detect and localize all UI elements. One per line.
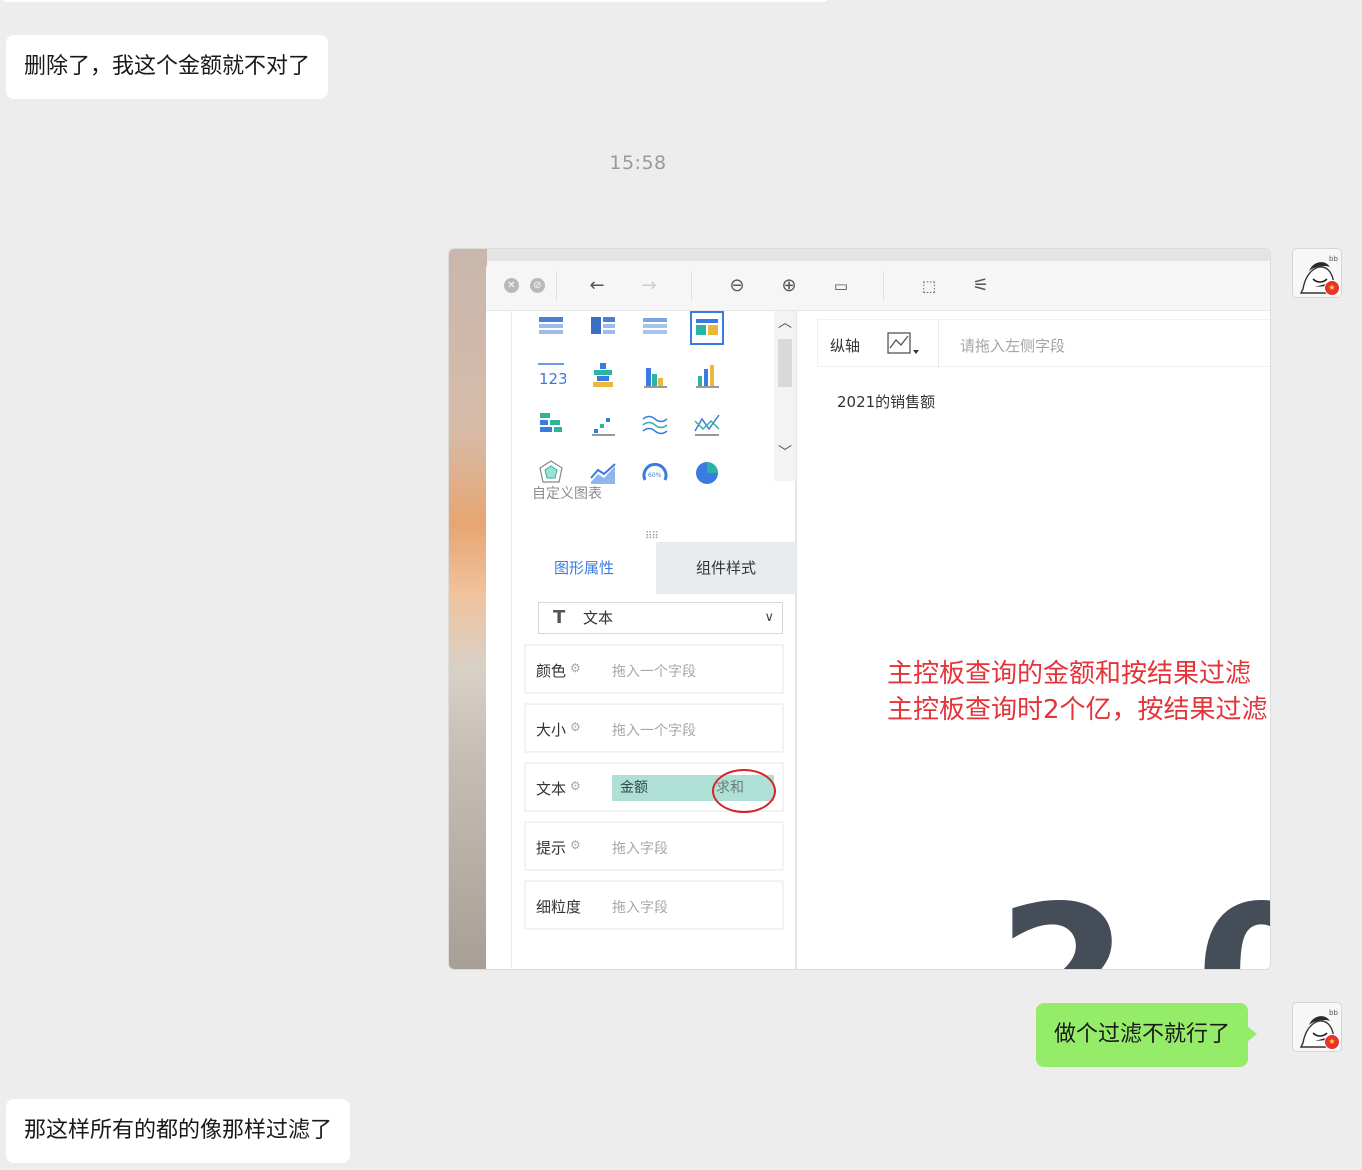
tooltip-field-slot[interactable]: 提示 ⚙ 拖入字段 <box>525 822 783 870</box>
svg-text:bb: bb <box>1329 255 1338 263</box>
size-field-slot[interactable]: 大小 ⚙ 拖入一个字段 <box>525 704 783 752</box>
chevron-down-icon: ∨ <box>764 610 774 625</box>
svg-text:123: 123 <box>539 370 566 388</box>
text-field-slot[interactable]: 文本 ⚙ 金额 求和 <box>525 763 783 813</box>
chart-list-scrollbar[interactable]: ︿ ﹀ <box>774 311 796 481</box>
svg-text:bb: bb <box>1329 1009 1338 1017</box>
mark-type-select[interactable]: T 文本 ∨ <box>538 602 783 634</box>
desktop-wallpaper <box>449 249 487 969</box>
image-viewer-toolbar: ✕ ⊘ ← → ⊖ ⊕ ▭ ⬚ ⚟ <box>486 261 1270 311</box>
left-config-panel: 123 60% 自定义图表 ︿ ﹀ ⠿⠿ 图形属性 组件样式 T 文本 ∨ 颜色… <box>511 311 796 969</box>
grouped-column-icon[interactable] <box>640 360 670 390</box>
colored-table-icon[interactable] <box>690 311 724 345</box>
combo-line-icon[interactable] <box>692 409 722 439</box>
message-text: 删除了，我这个金额就不对了 <box>24 54 311 79</box>
big-number-value: 2 0 <box>997 865 1271 970</box>
chat-bubble-received[interactable]: 那这样所有的都的像那样过滤了 <box>6 1099 351 1163</box>
table-icon[interactable] <box>536 313 566 343</box>
message-text: 做个过滤不就行了 <box>1054 1022 1231 1047</box>
drag-handle-icon[interactable]: ⋮⋮ <box>486 737 487 753</box>
gear-icon[interactable]: ⚙ <box>570 661 581 675</box>
close-dot-icon[interactable]: ✕ <box>504 278 519 293</box>
background-window-strip <box>487 249 1270 261</box>
axis-placeholder: 请拖入左侧字段 <box>960 337 1066 355</box>
axis-label: 纵轴 <box>830 337 861 355</box>
avatar[interactable]: bb ★ <box>1292 248 1342 298</box>
pie-icon[interactable] <box>692 458 722 488</box>
chart-canvas: 纵轴 请拖入左侧字段 2021的销售额 主控板查询的金额和按结果过滤 主控板查询… <box>796 311 1271 970</box>
annotation-line-2: 主控板查询时2个亿，按结果过滤 <box>887 695 1268 725</box>
back-arrow-icon[interactable]: ← <box>586 275 608 297</box>
avatar[interactable]: bb ★ <box>1292 1002 1342 1052</box>
resize-grip-icon[interactable]: ⠿⠿ <box>645 531 659 542</box>
message-text: 那这样所有的都的像那样过滤了 <box>24 1118 333 1143</box>
previous-message-fragment <box>0 0 830 2</box>
red-highlight-circle <box>712 769 776 813</box>
china-flag-badge-icon: ★ <box>1324 280 1340 296</box>
chat-bubble-received[interactable]: 删除了，我这个金额就不对了 <box>6 35 329 99</box>
zoom-out-icon[interactable]: ⊖ <box>726 275 748 297</box>
detail-table-icon[interactable] <box>640 313 670 343</box>
crosstab-icon[interactable] <box>588 313 618 343</box>
forward-arrow-icon[interactable]: → <box>638 275 660 297</box>
zoom-in-icon[interactable]: ⊕ <box>778 275 800 297</box>
stop-dot-icon[interactable]: ⊘ <box>530 278 545 293</box>
chart-title: 2021的销售额 <box>837 393 936 411</box>
tab-component-style[interactable]: 组件样式 <box>656 542 796 594</box>
gauge-icon[interactable]: 60% <box>640 458 670 488</box>
gear-icon[interactable]: ⚙ <box>570 720 581 734</box>
text-type-icon: T <box>553 607 566 628</box>
scroll-thumb[interactable] <box>778 339 792 387</box>
custom-chart-link[interactable]: 自定义图表 <box>532 483 602 503</box>
wave-lines-icon[interactable] <box>640 409 670 439</box>
svg-text:2 0: 2 0 <box>997 865 1271 970</box>
screenshot-image[interactable]: ✕ ⊘ ← → ⊖ ⊕ ▭ ⬚ ⚟ 123 60% 自定义图表 ︿ ﹀ ⠿⠿ 图… <box>448 248 1271 970</box>
bi-app-window: ✕ ⊘ ← → ⊖ ⊕ ▭ ⬚ ⚟ 123 60% 自定义图表 ︿ ﹀ ⠿⠿ 图… <box>486 261 1271 970</box>
chevron-down-icon[interactable]: ﹀ <box>777 445 793 461</box>
tab-graphic-properties[interactable]: 图形属性 <box>512 542 656 594</box>
gauge-label: 60% <box>648 472 662 479</box>
rotate-icon[interactable]: ⬚ <box>918 275 940 297</box>
magic-wand-icon[interactable]: ⚟ <box>970 275 992 297</box>
line-chart-type-icon[interactable] <box>886 330 920 358</box>
stacked-bar-icon[interactable] <box>588 360 618 390</box>
column-icon[interactable] <box>692 360 722 390</box>
color-field-slot[interactable]: 颜色 ⚙ 拖入一个字段 <box>525 645 783 693</box>
horizontal-stacked-icon[interactable] <box>536 409 566 439</box>
mark-type-label: 文本 <box>583 609 614 627</box>
scatter-step-icon[interactable] <box>588 409 618 439</box>
chat-bubble-sent[interactable]: 做个过滤不就行了 <box>1036 1003 1258 1067</box>
gear-icon[interactable]: ⚙ <box>570 779 581 793</box>
fit-screen-icon[interactable]: ▭ <box>830 275 852 297</box>
annotation-line-1: 主控板查询的金额和按结果过滤 <box>887 659 1252 689</box>
property-tabs: 图形属性 组件样式 <box>512 542 796 594</box>
china-flag-badge-icon: ★ <box>1324 1034 1340 1050</box>
y-axis-drop-zone[interactable]: 纵轴 请拖入左侧字段 <box>817 319 1270 368</box>
chevron-up-icon[interactable]: ︿ <box>777 315 793 331</box>
granularity-field-slot[interactable]: 细粒度 拖入字段 <box>525 881 783 929</box>
chat-timestamp: 15:58 <box>609 152 667 174</box>
gear-icon[interactable]: ⚙ <box>570 838 581 852</box>
kpi-number-icon[interactable]: 123 <box>536 360 568 390</box>
